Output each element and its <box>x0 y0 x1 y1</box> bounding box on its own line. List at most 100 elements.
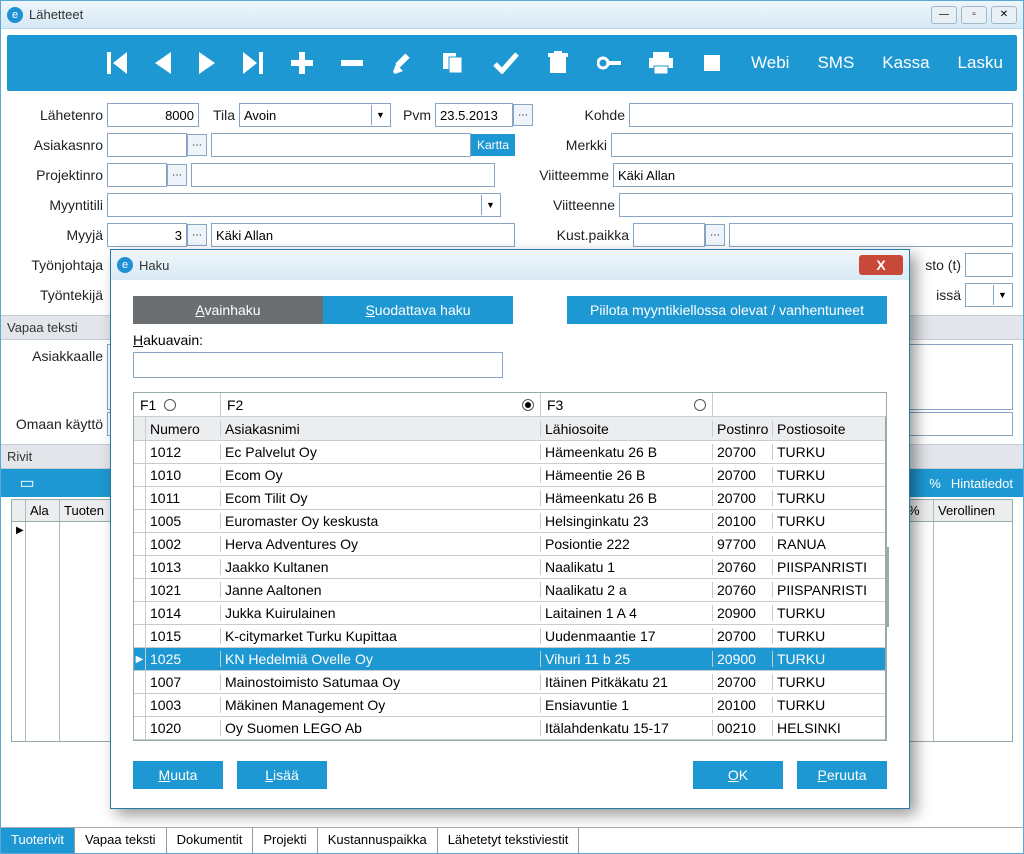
copy-icon[interactable] <box>441 47 465 79</box>
issa-label: issä <box>921 287 961 303</box>
myyntitili-select[interactable]: ▼ <box>107 193 501 217</box>
myyja-label: Myyjä <box>11 227 103 243</box>
prev-icon[interactable] <box>155 47 171 79</box>
f2-option[interactable]: F2 <box>221 393 541 416</box>
myyja-lookup[interactable]: ⋯ <box>187 224 207 246</box>
f1-option[interactable]: F1 <box>134 393 221 416</box>
dialog-icon: e <box>117 257 133 273</box>
table-row[interactable]: 1013Jaakko KultanenNaalikatu 120760PIISP… <box>134 556 885 579</box>
kartta-button[interactable]: Kartta <box>471 134 515 156</box>
asiakkaalle-label: Asiakkaalle <box>11 348 103 364</box>
hintatiedot-link[interactable]: Hintatiedot <box>951 476 1013 491</box>
table-row[interactable]: 1020Oy Suomen LEGO AbItälahdenkatu 15-17… <box>134 717 885 740</box>
muuta-button[interactable]: Muuta <box>133 761 223 789</box>
viitteenne-input[interactable] <box>619 193 1013 217</box>
edit-icon[interactable] <box>391 47 413 79</box>
tab-dokumentit[interactable]: Dokumentit <box>167 828 254 853</box>
viitteemme-input[interactable] <box>613 163 1013 187</box>
myyja-name-input[interactable] <box>211 223 515 247</box>
next-icon[interactable] <box>199 47 215 79</box>
kustpaikka-lookup[interactable]: ⋯ <box>705 224 725 246</box>
tab-vapaa-teksti[interactable]: Vapaa teksti <box>75 828 167 853</box>
add-icon[interactable] <box>291 47 313 79</box>
tila-select[interactable]: Avoin▼ <box>239 103 391 127</box>
lisaa-button[interactable]: Lisää <box>237 761 327 789</box>
sto-input[interactable] <box>965 253 1013 277</box>
table-row[interactable]: 1015K-citymarket Turku KupittaaUudenmaan… <box>134 625 885 648</box>
myyja-nro-input[interactable] <box>107 223 187 247</box>
window-title: Lähetteet <box>29 7 931 22</box>
asiakasnro-input[interactable] <box>107 133 187 157</box>
tab-kustannuspaikka[interactable]: Kustannuspaikka <box>318 828 438 853</box>
viitteenne-label: Viitteenne <box>523 197 615 213</box>
ok-button[interactable]: OK <box>693 761 783 789</box>
lahetenro-input[interactable] <box>107 103 199 127</box>
sms-link[interactable]: SMS <box>817 53 854 73</box>
pvm-label: Pvm <box>391 107 431 123</box>
merkki-input[interactable] <box>611 133 1013 157</box>
avainhaku-tab[interactable]: Avainhaku <box>133 296 323 324</box>
titlebar: e Lähetteet — ▫ ✕ <box>1 1 1023 29</box>
omaan-label: Omaan käyttö <box>11 416 103 432</box>
asiakasnro-lookup[interactable]: ⋯ <box>187 134 207 156</box>
hakuavain-input[interactable] <box>133 352 503 378</box>
kohde-input[interactable] <box>629 103 1013 127</box>
table-row[interactable]: 1005Euromaster Oy keskustaHelsinginkatu … <box>134 510 885 533</box>
tab-projekti[interactable]: Projekti <box>253 828 317 853</box>
table-row[interactable]: 1011Ecom Tilit OyHämeenkatu 26 B20700TUR… <box>134 487 885 510</box>
trash-icon[interactable] <box>547 47 569 79</box>
haku-dialog: e Haku X Avainhaku Suodattava haku Piilo… <box>110 249 910 809</box>
table-row[interactable]: 1010Ecom OyHämeentie 26 B20700TURKU <box>134 464 885 487</box>
export-icon[interactable] <box>701 47 723 79</box>
merkki-label: Merkki <box>537 137 607 153</box>
table-row[interactable]: ▶1025KN Hedelmiä Ovelle OyVihuri 11 b 25… <box>134 648 885 671</box>
tab-tuoterivit[interactable]: Tuoterivit <box>1 828 75 853</box>
percent-label: % <box>929 476 941 491</box>
tila-label: Tila <box>199 107 235 123</box>
lasku-link[interactable]: Lasku <box>958 53 1003 73</box>
table-row[interactable]: 1007Mainostoimisto Satumaa OyItäinen Pit… <box>134 671 885 694</box>
asiakas-name-input[interactable] <box>211 133 471 157</box>
projekti-name-input[interactable] <box>191 163 495 187</box>
maximize-button[interactable]: ▫ <box>961 6 987 24</box>
bottom-tabs: Tuoterivit Vapaa teksti Dokumentit Proje… <box>1 827 1023 853</box>
remove-icon[interactable] <box>341 47 363 79</box>
key-icon[interactable] <box>597 47 621 79</box>
kustpaikka-label: Kust.paikka <box>537 227 629 243</box>
table-row[interactable]: 1012Ec Palvelut OyHämeenkatu 26 B20700TU… <box>134 441 885 464</box>
projektinro-lookup[interactable]: ⋯ <box>167 164 187 186</box>
issa-select[interactable]: ▼ <box>965 283 1013 307</box>
lahetenro-label: Lähetenro <box>11 107 103 123</box>
pvm-picker[interactable]: ⋯ <box>513 104 533 126</box>
app-icon: e <box>7 7 23 23</box>
kohde-label: Kohde <box>555 107 625 123</box>
peruuta-button[interactable]: Peruuta <box>797 761 887 789</box>
piilota-tab[interactable]: Piilota myyntikiellossa olevat / vanhent… <box>567 296 887 324</box>
first-icon[interactable] <box>107 47 127 79</box>
projektinro-input[interactable] <box>107 163 167 187</box>
confirm-icon[interactable] <box>493 47 519 79</box>
minimize-button[interactable]: — <box>931 6 957 24</box>
rivit-icon[interactable]: ▭ <box>11 467 43 499</box>
webi-link[interactable]: Webi <box>751 53 789 73</box>
tyonjohtaja-label: Työnjohtaja <box>11 257 103 273</box>
table-row[interactable]: 1021Janne AaltonenNaalikatu 2 a20760PIIS… <box>134 579 885 602</box>
last-icon[interactable] <box>243 47 263 79</box>
table-row[interactable]: 1003Mäkinen Management OyEnsiavuntie 120… <box>134 694 885 717</box>
print-icon[interactable] <box>649 47 673 79</box>
pvm-input[interactable] <box>435 103 513 127</box>
tab-lahetetyt-tekstiviestit[interactable]: Lähetetyt tekstiviestit <box>438 828 580 853</box>
myyntitili-label: Myyntitili <box>11 197 103 213</box>
kustpaikka-name-input[interactable] <box>729 223 1013 247</box>
dialog-title: Haku <box>139 258 859 273</box>
f3-option[interactable]: F3 <box>541 393 713 416</box>
table-scrollbar[interactable] <box>885 417 886 740</box>
dialog-close-button[interactable]: X <box>859 255 903 275</box>
kassa-link[interactable]: Kassa <box>882 53 929 73</box>
kustpaikka-input[interactable] <box>633 223 705 247</box>
table-row[interactable]: 1014Jukka KuirulainenLaitainen 1 A 42090… <box>134 602 885 625</box>
suodattava-tab[interactable]: Suodattava haku <box>323 296 513 324</box>
close-button[interactable]: ✕ <box>991 6 1017 24</box>
table-row[interactable]: 1002Herva Adventures OyPosiontie 2229770… <box>134 533 885 556</box>
main-toolbar: Webi SMS Kassa Lasku <box>7 35 1017 91</box>
